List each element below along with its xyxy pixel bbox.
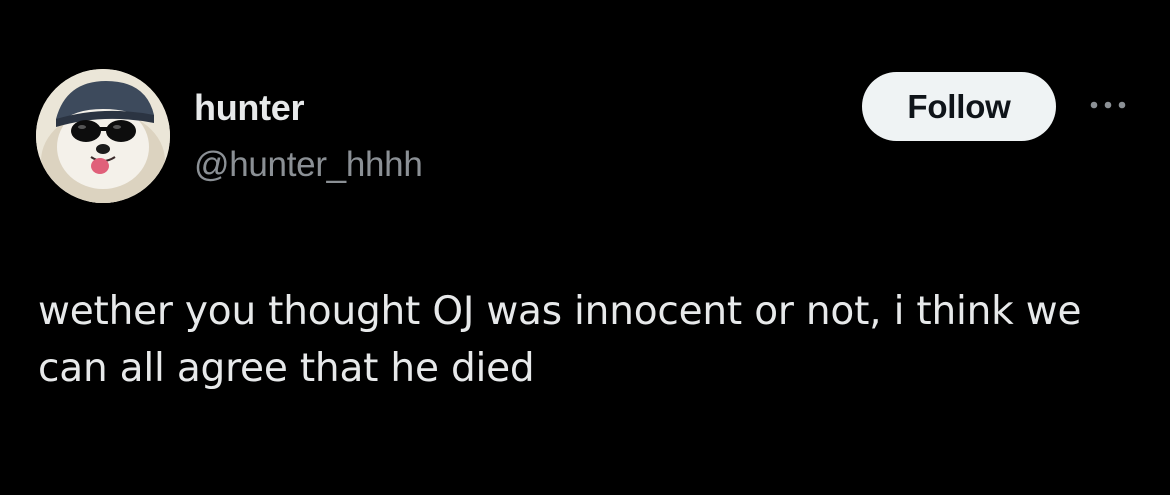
tweet-card: hunter @hunter_hhhh Follow wether you th… [0, 0, 1170, 495]
follow-button[interactable]: Follow [862, 72, 1056, 141]
more-options-button[interactable] [1086, 92, 1130, 118]
dog-avatar-icon [36, 69, 170, 203]
display-name[interactable]: hunter [194, 86, 305, 130]
avatar[interactable] [36, 69, 170, 203]
user-handle[interactable]: @hunter_hhhh [194, 143, 423, 187]
tweet-text: wether you thought OJ was innocent or no… [38, 289, 1082, 391]
ellipsis-icon [1090, 101, 1126, 109]
